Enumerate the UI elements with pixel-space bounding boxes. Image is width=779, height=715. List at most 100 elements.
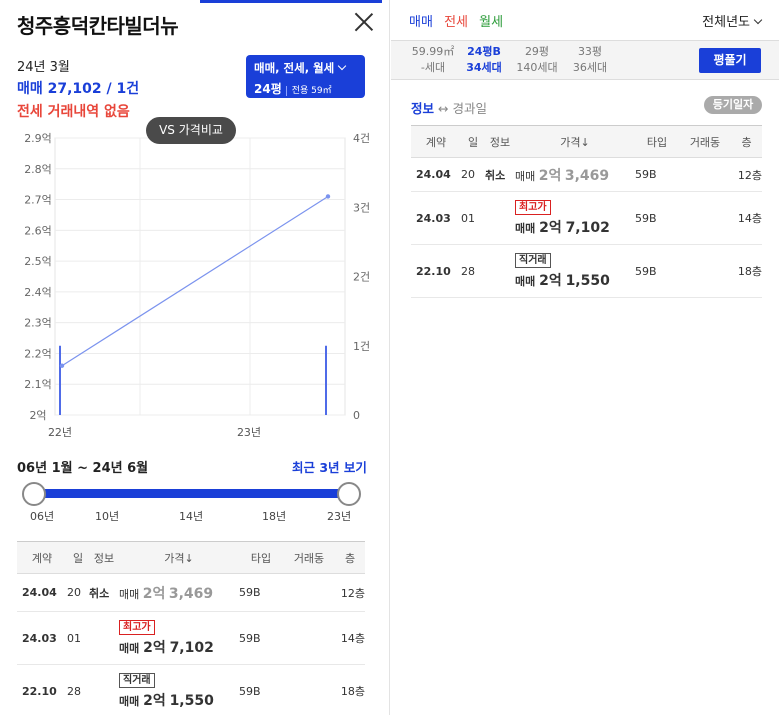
row-price-sub: 3,469 xyxy=(168,585,214,602)
info-elapsed-toggle[interactable]: 정보 ↔ 경과일 xyxy=(411,98,487,117)
selector-trade-types: 매매, 전세, 월세 xyxy=(254,61,335,75)
pyeong-toggle-button[interactable]: 평풀기 xyxy=(699,48,761,73)
row-dong xyxy=(679,157,731,192)
row-price-main: 2억 xyxy=(538,167,562,184)
col-info[interactable]: 정보 xyxy=(485,125,515,158)
row-price-main: 2억 xyxy=(539,272,562,289)
recent-3years-link[interactable]: 최근 3년 보기 xyxy=(292,457,367,476)
col-floor[interactable]: 층 xyxy=(335,541,365,574)
y-left-tick-label: 2.9억 xyxy=(24,132,52,145)
row-price-sub: 1,550 xyxy=(565,272,610,289)
row-date: 22.10 xyxy=(17,664,67,715)
trade-type-tabs: 매매 전세 월세 xyxy=(409,11,510,30)
close-icon[interactable] xyxy=(354,12,374,32)
area-option[interactable]: 33평 36세대 xyxy=(567,44,613,76)
col-day[interactable]: 일 xyxy=(67,541,89,574)
y-left-tick-label: 2.6억 xyxy=(24,224,52,237)
table-row[interactable]: 24.03 01 최고가 매매 2억 7,102 59B 14층 xyxy=(17,611,365,665)
row-day: 20 xyxy=(67,573,89,612)
y-left-tick-label: 2.4억 xyxy=(24,286,52,299)
row-type: 59B xyxy=(239,573,283,612)
col-type[interactable]: 타입 xyxy=(239,541,283,574)
row-info xyxy=(89,611,119,665)
area-option-selected[interactable]: 24평B 34세대 xyxy=(461,44,507,76)
row-floor: 18층 xyxy=(731,244,762,298)
table-row[interactable]: 24.03 01 최고가 매매 2억 7,102 59B 14층 xyxy=(411,191,762,245)
table-row[interactable]: 24.04 20 취소 매매 2억 3,469 59B 12층 xyxy=(17,573,365,612)
y-left-tick-label: 2.8억 xyxy=(24,163,52,176)
row-price-sub: 1,550 xyxy=(169,692,214,709)
row-info xyxy=(89,664,119,715)
period-slider-track[interactable] xyxy=(34,489,349,498)
col-price[interactable]: 가격↓ xyxy=(119,541,239,574)
row-price-sub: 7,102 xyxy=(169,639,214,656)
row-day: 01 xyxy=(461,191,485,245)
col-contract[interactable]: 계약 xyxy=(411,125,461,158)
row-day: 28 xyxy=(461,244,485,298)
col-type[interactable]: 타입 xyxy=(635,125,679,158)
row-type: 59B xyxy=(635,244,679,298)
x-tick-label: 22년 xyxy=(48,426,72,439)
price-point xyxy=(325,194,331,199)
slider-tick: 23년 xyxy=(327,510,352,523)
col-price[interactable]: 가격↓ xyxy=(515,125,635,158)
row-kind: 매매 xyxy=(119,694,140,708)
col-dong[interactable]: 거래동 xyxy=(679,125,731,158)
area-option[interactable]: 29평 140세대 xyxy=(513,44,561,76)
row-date: 24.04 xyxy=(17,573,67,612)
registration-date-button[interactable]: 등기일자 xyxy=(704,96,762,114)
trade-type-selector[interactable]: 매매, 전세, 월세 24평 전용 59㎡ xyxy=(246,55,365,98)
area-households: -세대 xyxy=(420,61,446,74)
row-price-main: 2억 xyxy=(539,219,562,236)
row-day: 28 xyxy=(67,664,89,715)
row-price-main: 2억 xyxy=(142,585,166,602)
row-kind: 매매 xyxy=(515,221,536,235)
area-size: 59.99㎡ xyxy=(411,45,455,58)
tab-jeonse[interactable]: 전세 xyxy=(444,15,468,30)
table-row[interactable]: 22.10 28 직거래 매매 2억 1,550 59B 18층 xyxy=(17,664,365,715)
col-contract[interactable]: 계약 xyxy=(17,541,67,574)
y-right-tick-label: 2건 xyxy=(353,271,370,284)
chevron-down-icon xyxy=(753,15,763,25)
price-compare-button[interactable]: VS 가격비교 xyxy=(146,117,236,144)
row-floor: 18층 xyxy=(335,664,365,715)
period-slider-start-handle[interactable] xyxy=(22,482,46,506)
selector-pyeong: 24평 xyxy=(254,82,282,96)
area-households: 34세대 xyxy=(466,61,502,74)
active-indicator xyxy=(200,0,382,3)
table-header-row: 계약 일 정보 가격↓ 타입 거래동 층 xyxy=(17,541,365,574)
row-day: 20 xyxy=(461,157,485,192)
period-slider-end-handle[interactable] xyxy=(337,482,361,506)
y-left-tick-label: 2.5억 xyxy=(24,255,52,268)
row-type: 59B xyxy=(635,191,679,245)
col-dong[interactable]: 거래동 xyxy=(283,541,335,574)
table-row[interactable]: 24.04 20 취소 매매 2억 3,469 59B 12층 xyxy=(411,157,762,192)
col-floor[interactable]: 층 xyxy=(731,125,762,158)
row-price: 최고가 매매 2억 7,102 xyxy=(515,191,635,245)
row-date: 24.04 xyxy=(411,157,461,192)
slider-tick: 10년 xyxy=(95,510,120,523)
summary-sale: 매매 27,102 / 1건 xyxy=(17,81,140,97)
year-filter-dropdown[interactable]: 전체년도 xyxy=(702,11,763,30)
table-row[interactable]: 22.10 28 직거래 매매 2억 1,550 59B 18층 xyxy=(411,244,762,298)
area-option[interactable]: 59.99㎡ -세대 xyxy=(409,44,457,76)
row-info xyxy=(485,191,515,245)
x-tick-label: 23년 xyxy=(237,426,261,439)
period-slider-ticks: 06년 10년 14년 18년 23년 xyxy=(0,508,389,524)
row-date: 24.03 xyxy=(17,611,67,665)
tab-monthly[interactable]: 월세 xyxy=(479,15,503,30)
col-day[interactable]: 일 xyxy=(461,125,485,158)
area-size: 33평 xyxy=(577,45,603,58)
transaction-table: 계약 일 정보 가격↓ 타입 거래동 층 24.04 20 취소 매매 2억 3… xyxy=(17,541,365,715)
row-date: 22.10 xyxy=(411,244,461,298)
y-left-tick-label: 2.3억 xyxy=(24,317,52,330)
tab-sale[interactable]: 매매 xyxy=(409,15,433,30)
table-header-row: 계약 일 정보 가격↓ 타입 거래동 층 xyxy=(411,125,762,158)
row-tag-direct: 직거래 xyxy=(119,672,155,688)
row-price-sub: 7,102 xyxy=(565,219,610,236)
row-kind: 매매 xyxy=(119,641,140,655)
col-info[interactable]: 정보 xyxy=(89,541,119,574)
row-date: 24.03 xyxy=(411,191,461,245)
row-price-main: 2억 xyxy=(143,639,166,656)
row-price-sub: 3,469 xyxy=(564,167,610,184)
